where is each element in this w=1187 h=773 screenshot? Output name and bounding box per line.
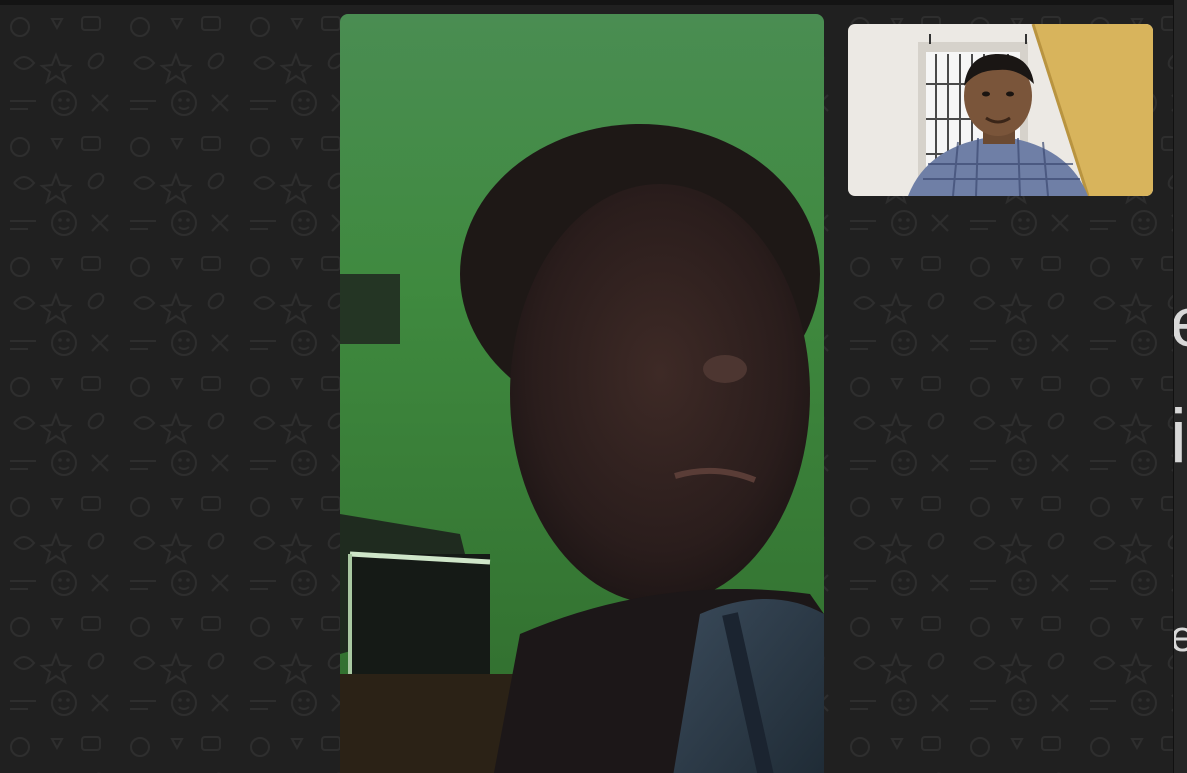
self-view-frame	[848, 24, 1153, 196]
self-view-video[interactable]	[848, 24, 1153, 196]
remote-participant-video[interactable]	[340, 14, 824, 773]
clipped-side-panel: e i e	[1173, 0, 1187, 773]
call-window: e i e	[0, 0, 1187, 773]
clipped-text-3: e	[1174, 612, 1187, 662]
clipped-text-2: i	[1174, 392, 1187, 482]
clipped-text-1: e	[1174, 282, 1187, 362]
remote-video-frame	[340, 14, 824, 773]
